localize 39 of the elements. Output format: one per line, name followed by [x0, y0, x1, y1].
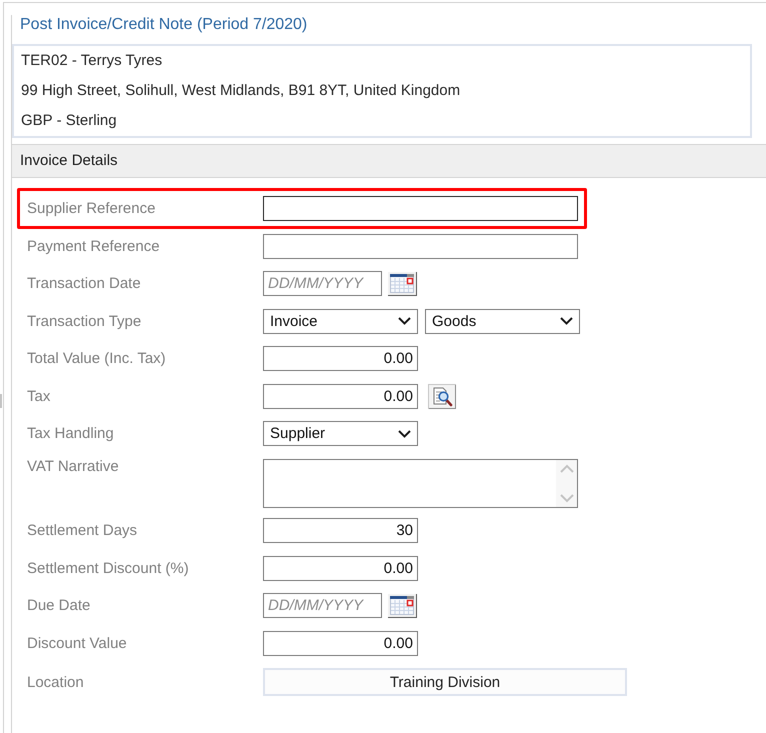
calendar-icon[interactable] [388, 594, 417, 618]
calendar-icon[interactable] [388, 272, 417, 296]
supplier-info-line: TER02 - Terrys Tyres [21, 51, 164, 71]
caret-icon [398, 317, 411, 325]
dropdown[interactable]: Goods [425, 308, 580, 334]
search-document-icon[interactable] [428, 384, 456, 408]
number-field[interactable]: 0.00 [263, 630, 418, 656]
supplier-info-line: GBP - Sterling [21, 111, 118, 131]
field-label: Payment Reference [27, 236, 161, 256]
text-field[interactable] [263, 234, 578, 258]
field-label: Settlement Discount (%) [27, 558, 190, 578]
field-label: Tax Handling [27, 424, 115, 444]
number-field[interactable]: 0.00 [263, 556, 418, 580]
field-label: Total Value (Inc. Tax) [27, 349, 167, 369]
field-label: Supplier Reference [27, 199, 156, 219]
dropdown[interactable]: Supplier [263, 421, 418, 446]
field-label: Discount Value [27, 634, 128, 654]
number-field[interactable]: 0.00 [263, 384, 418, 408]
textarea-field[interactable] [263, 458, 578, 508]
number-field[interactable]: 30 [263, 518, 418, 543]
splitter-handle[interactable] [0, 394, 2, 408]
field-label: Transaction Type [27, 312, 142, 332]
field-label: Transaction Date [27, 274, 142, 294]
number-field[interactable]: 0.00 [263, 346, 418, 371]
date-field[interactable]: DD/MM/YYYY [263, 593, 382, 618]
page-title: Post Invoice/Credit Note (Period 7/2020) [20, 15, 308, 35]
dropdown[interactable]: Invoice [263, 308, 418, 334]
field-label: Settlement Days [27, 521, 138, 541]
field-label: Location [27, 672, 85, 692]
caret-icon [560, 317, 573, 325]
section-header: Invoice Details [12, 144, 766, 178]
supplier-info-line: 99 High Street, Solihull, West Midlands, B91 8YT, United Kingdom [21, 81, 462, 101]
date-field[interactable]: DD/MM/YYYY [263, 271, 382, 296]
field-label: Tax [27, 386, 52, 406]
field-label: VAT Narrative [27, 458, 120, 474]
text-field[interactable] [263, 196, 578, 221]
selector-button[interactable]: Training Division [263, 668, 627, 696]
field-label: Due Date [27, 596, 92, 616]
caret-icon [398, 430, 411, 438]
